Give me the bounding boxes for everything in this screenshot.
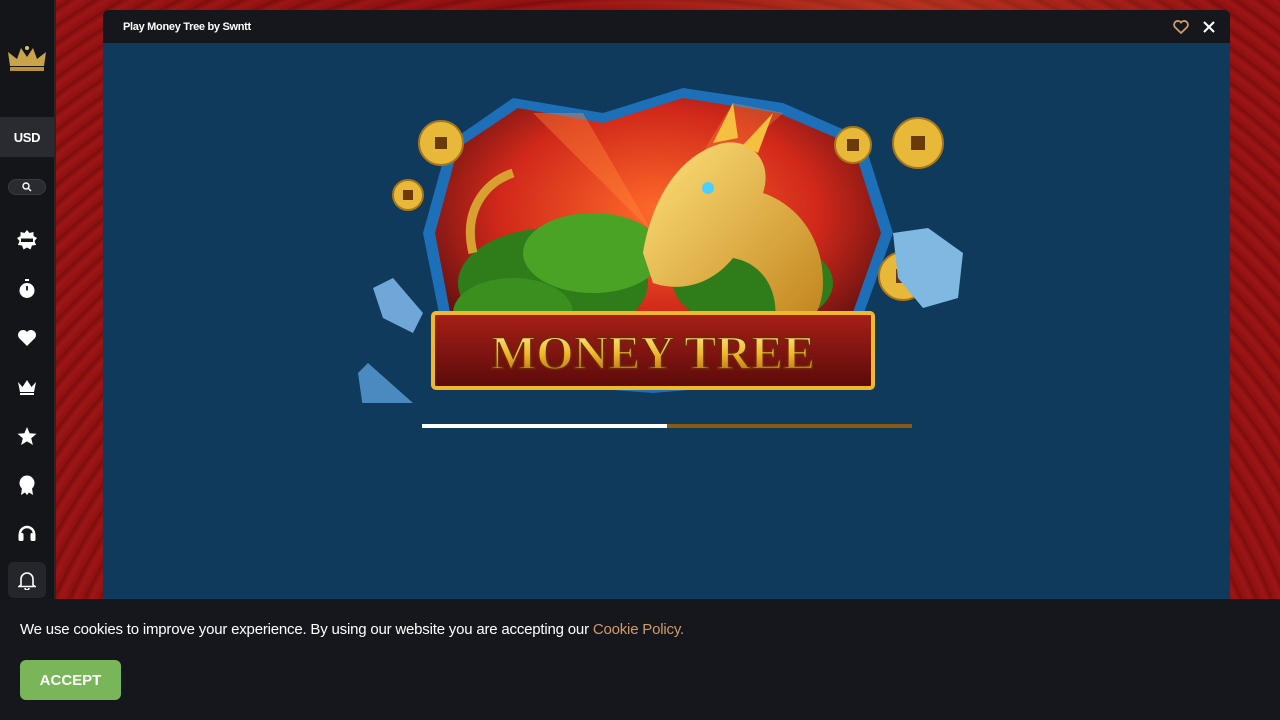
notifications-button[interactable] xyxy=(8,562,46,598)
accept-cookies-button[interactable]: ACCEPT xyxy=(20,660,121,700)
award-icon xyxy=(19,475,35,495)
star-icon xyxy=(17,426,37,445)
cookie-policy-link[interactable]: Cookie Policy. xyxy=(593,621,684,638)
cookie-message: We use cookies to improve your experienc… xyxy=(20,621,684,638)
nav-tournaments[interactable] xyxy=(14,472,40,498)
nav-recent[interactable] xyxy=(14,276,40,302)
nav-top-games[interactable] xyxy=(14,423,40,449)
search-button[interactable] xyxy=(8,179,46,195)
cookie-text: We use cookies to improve your experienc… xyxy=(20,621,593,638)
stopwatch-icon xyxy=(19,279,35,298)
loading-progress-fill xyxy=(422,424,667,428)
new-games-icon xyxy=(17,230,37,250)
heart-icon xyxy=(18,330,36,346)
modal-title: Play Money Tree by Swntt xyxy=(123,20,251,33)
nav-new-games[interactable] xyxy=(14,227,40,253)
bell-icon xyxy=(18,571,36,590)
search-icon xyxy=(22,182,32,192)
loading-progress-track xyxy=(422,424,912,428)
game-splash-art: MONEY TREE xyxy=(358,88,963,403)
headset-icon xyxy=(18,525,36,541)
heart-outline-icon xyxy=(1173,20,1189,34)
close-icon xyxy=(1203,21,1215,33)
currency-selector[interactable]: USD xyxy=(0,117,54,157)
game-modal: Play Money Tree by Swntt MONEY TREE xyxy=(103,10,1230,610)
close-button[interactable] xyxy=(1200,18,1218,36)
nav-vip[interactable] xyxy=(14,374,40,400)
modal-header: Play Money Tree by Swntt xyxy=(103,10,1230,43)
crown-icon xyxy=(18,380,36,395)
favorite-button[interactable] xyxy=(1172,18,1190,36)
game-frame[interactable]: MONEY TREE xyxy=(103,43,1230,610)
crown-logo-icon[interactable] xyxy=(7,44,47,74)
nav-favorites[interactable] xyxy=(14,325,40,351)
cookie-banner: We use cookies to improve your experienc… xyxy=(0,599,1280,720)
game-logo-text: MONEY TREE xyxy=(491,327,815,380)
nav-support[interactable] xyxy=(14,520,40,546)
